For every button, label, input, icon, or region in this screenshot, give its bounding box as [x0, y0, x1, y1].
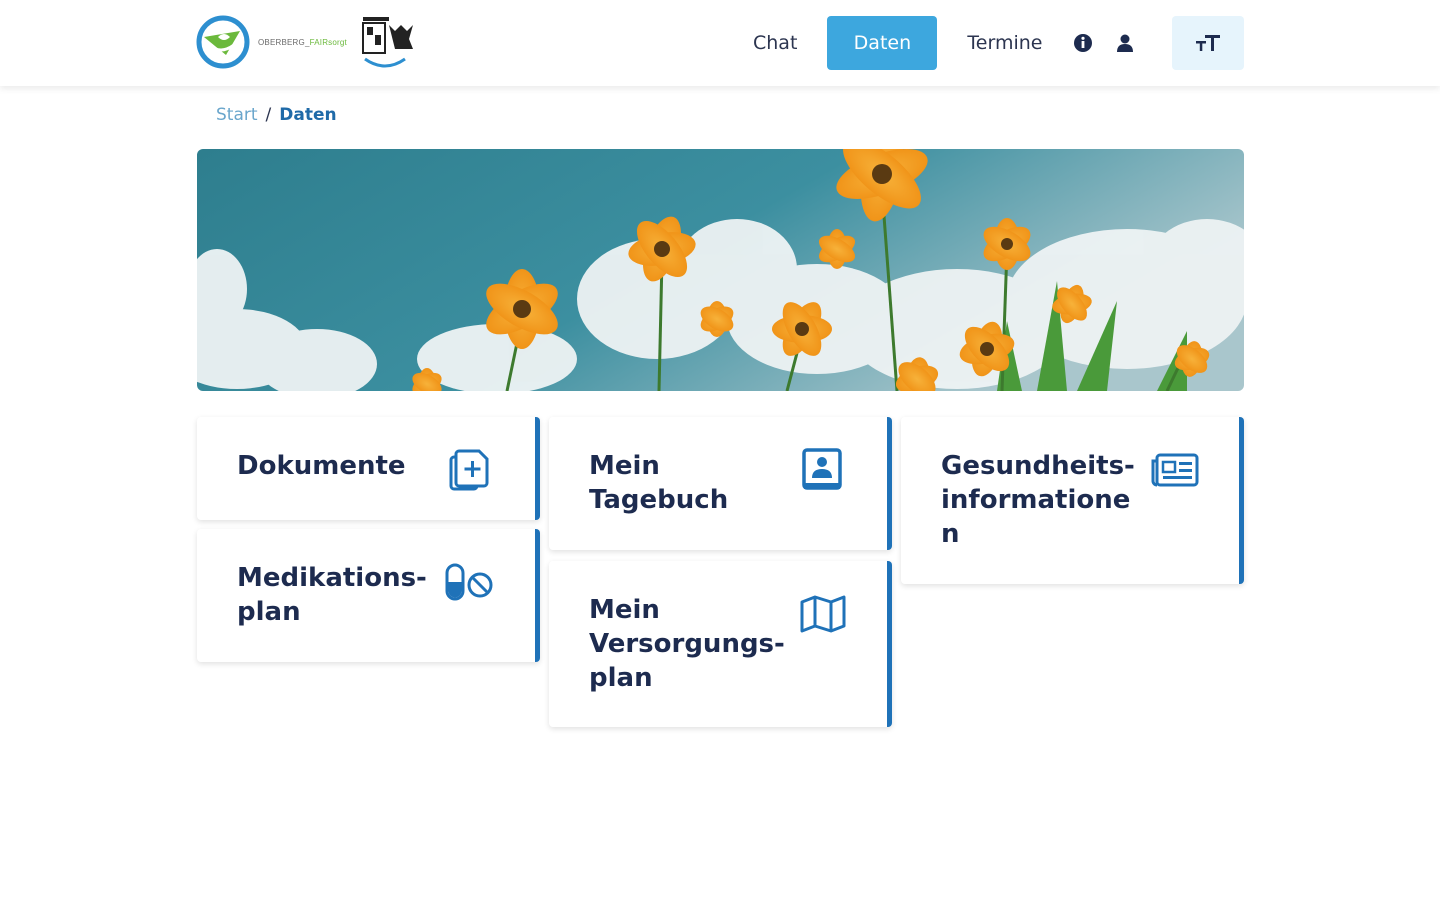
map-icon: [800, 595, 846, 633]
font-size-icon: [1196, 35, 1220, 51]
top-header: OBERBERG_FAIRsorgt Chat Daten Termine: [0, 0, 1440, 86]
card-medikationsplan-title: Medikations- plan: [237, 563, 427, 627]
breadcrumb-separator: /: [265, 105, 272, 125]
card-gesundheitsinformationen[interactable]: Gesundheits- informatione n: [901, 417, 1244, 584]
logo-wordmark: OBERBERG_FAIRsorgt: [258, 37, 347, 47]
nav-daten[interactable]: Daten: [827, 16, 938, 70]
diary-icon: [802, 448, 842, 490]
card-dokumente[interactable]: Dokumente: [197, 417, 540, 520]
card-mein-versorgungsplan[interactable]: Mein Versorgungs- plan: [549, 561, 892, 727]
district-crest-icon: [361, 17, 413, 68]
font-size-button[interactable]: [1172, 16, 1244, 70]
oberberg-logo-icon: [196, 15, 250, 69]
documents-add-icon: [449, 449, 489, 491]
card-mein-tagebuch[interactable]: Mein Tagebuch: [549, 417, 892, 550]
card-medikationsplan[interactable]: Medikations- plan: [197, 529, 540, 662]
brand-logo[interactable]: OBERBERG_FAIRsorgt: [196, 14, 419, 70]
card-mein-tagebuch-title: Mein Tagebuch: [589, 451, 729, 515]
main-nav: Chat Daten Termine: [733, 16, 1146, 70]
nav-termine[interactable]: Termine: [947, 16, 1062, 70]
pills-icon: [445, 563, 493, 601]
card-mein-versorgungsplan-title: Mein Versorgungs- plan: [589, 595, 785, 693]
user-icon[interactable]: [1104, 16, 1146, 70]
hero-image-flowers: [197, 149, 1244, 391]
breadcrumb: Start / Daten: [216, 105, 337, 125]
card-dokumente-title: Dokumente: [237, 451, 406, 481]
breadcrumb-start-link[interactable]: Start: [216, 105, 258, 125]
breadcrumb-current: Daten: [279, 105, 337, 125]
nav-chat[interactable]: Chat: [733, 16, 817, 70]
card-gesundheitsinformationen-title: Gesundheits- informatione n: [941, 451, 1135, 549]
newspaper-icon: [1151, 453, 1199, 487]
info-icon[interactable]: [1062, 16, 1104, 70]
